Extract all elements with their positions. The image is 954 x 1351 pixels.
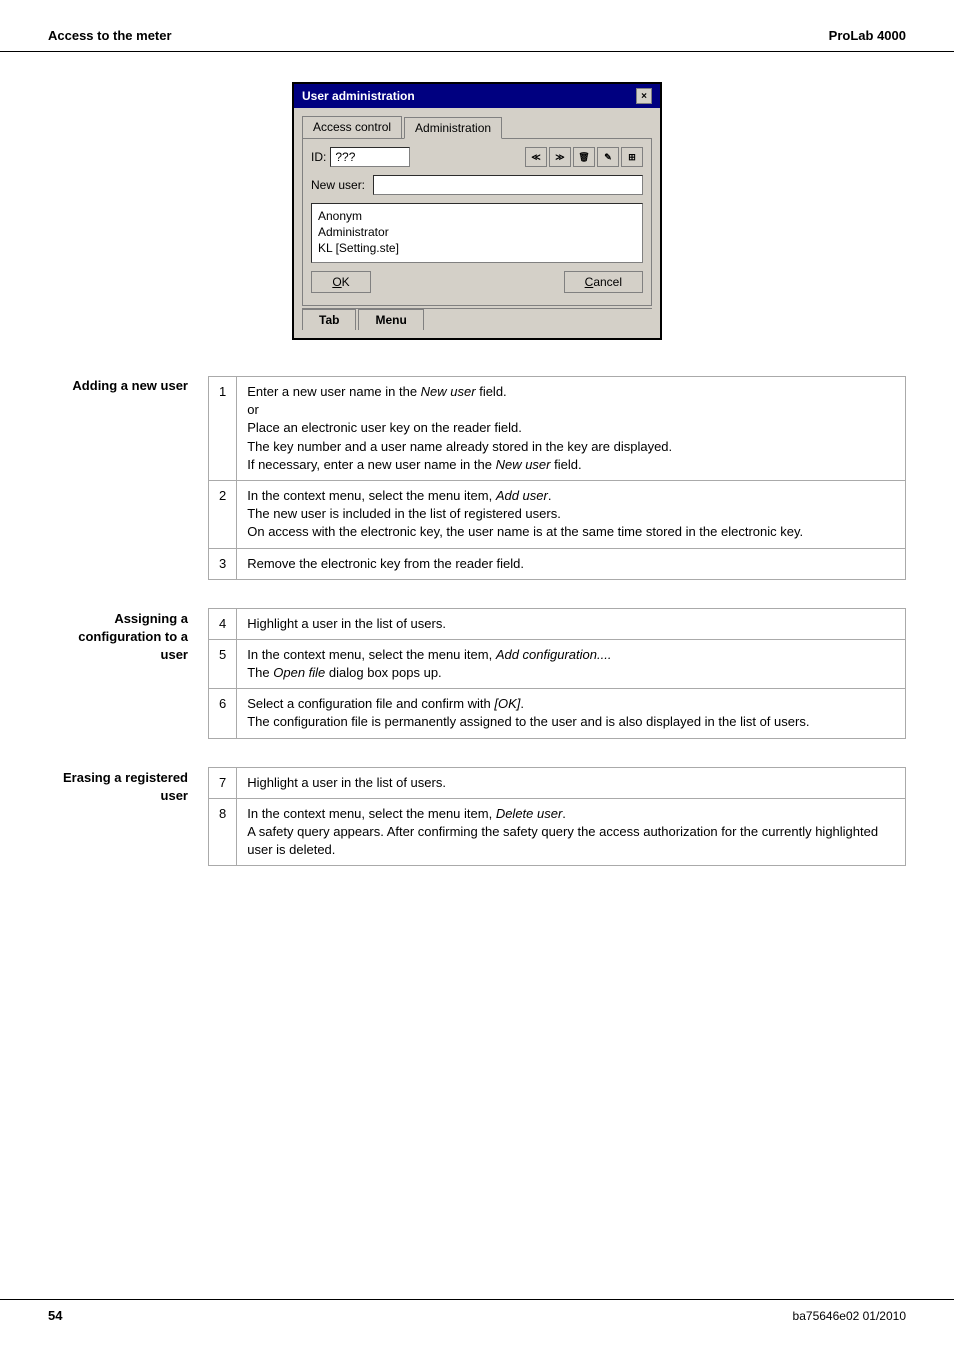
page-content: User administration × Access control Adm… (0, 82, 954, 866)
section-assigning-config: Assigning aconfiguration to a user 4 Hig… (48, 608, 906, 739)
table-row: 7 Highlight a user in the list of users. (209, 767, 906, 798)
table-row: 4 Highlight a user in the list of users. (209, 608, 906, 639)
page-header: Access to the meter ProLab 4000 (0, 0, 954, 52)
toolbar-btn-1[interactable]: ≪ (525, 147, 547, 167)
step-text: In the context menu, select the menu ite… (237, 480, 906, 548)
dialog-body: Access control Administration ID: ≪ ≫ (294, 108, 660, 338)
bottom-tab-tab[interactable]: Tab (302, 309, 356, 330)
section-erasing-user: Erasing a registereduser 7 Highlight a u… (48, 767, 906, 867)
step-num: 8 (209, 798, 237, 866)
id-input[interactable] (330, 147, 410, 167)
table-row: 1 Enter a new user name in the New user … (209, 377, 906, 481)
instruction-table-2: 4 Highlight a user in the list of users.… (208, 608, 906, 739)
step-num: 5 (209, 639, 237, 688)
step-text: In the context menu, select the menu ite… (237, 639, 906, 688)
page-footer: 54 ba75646e02 01/2010 (0, 1299, 954, 1331)
instruction-table-1: 1 Enter a new user name in the New user … (208, 376, 906, 580)
toolbar-btn-4[interactable]: ✎ (597, 147, 619, 167)
newuser-input[interactable] (373, 175, 643, 195)
step-text: Enter a new user name in the New user fi… (237, 377, 906, 481)
dialog-title: User administration (302, 89, 415, 103)
step-num: 2 (209, 480, 237, 548)
step-num: 3 (209, 548, 237, 579)
dialog-container: User administration × Access control Adm… (48, 82, 906, 340)
table-row: 8 In the context menu, select the menu i… (209, 798, 906, 866)
user-list-item: Administrator (316, 224, 638, 240)
section-label-2: Assigning aconfiguration to a user (48, 608, 208, 665)
id-row: ID: ≪ ≫ 🗑 ✎ ⊞ (311, 147, 643, 167)
step-text: Highlight a user in the list of users. (237, 608, 906, 639)
ok-button[interactable]: OK (311, 271, 371, 293)
step-num: 7 (209, 767, 237, 798)
header-left: Access to the meter (48, 28, 172, 43)
section-header-1: Adding a new user 1 Enter a new user nam… (48, 376, 906, 580)
step-text: Remove the electronic key from the reade… (237, 548, 906, 579)
dialog-title-bar: User administration × (294, 84, 660, 108)
cancel-button[interactable]: Cancel (564, 271, 643, 293)
section-header-2: Assigning aconfiguration to a user 4 Hig… (48, 608, 906, 739)
table-row: 5 In the context menu, select the menu i… (209, 639, 906, 688)
newuser-row: New user: (311, 175, 643, 195)
user-list[interactable]: Anonym Administrator KL [Setting.ste] (311, 203, 643, 263)
dialog-box: User administration × Access control Adm… (292, 82, 662, 340)
header-right: ProLab 4000 (829, 28, 906, 43)
dialog-buttons: OK Cancel (311, 271, 643, 293)
section-label-3: Erasing a registereduser (48, 767, 208, 805)
section-adding-new-user: Adding a new user 1 Enter a new user nam… (48, 376, 906, 580)
bottom-tab-menu[interactable]: Menu (358, 309, 423, 330)
dialog-tabs: Access control Administration (302, 116, 652, 139)
dialog-panel: ID: ≪ ≫ 🗑 ✎ ⊞ New user: (302, 139, 652, 306)
user-list-item: Anonym (316, 208, 638, 224)
step-num: 4 (209, 608, 237, 639)
newuser-label: New user: (311, 178, 365, 192)
id-label: ID: (311, 150, 326, 164)
user-list-item: KL [Setting.ste] (316, 240, 638, 256)
tab-administration[interactable]: Administration (404, 117, 502, 139)
dialog-bottom-bar: Tab Menu (302, 308, 652, 330)
table-row: 6 Select a configuration file and confir… (209, 689, 906, 738)
table-row: 3 Remove the electronic key from the rea… (209, 548, 906, 579)
step-num: 1 (209, 377, 237, 481)
dialog-close-button[interactable]: × (636, 88, 652, 104)
toolbar-btn-5[interactable]: ⊞ (621, 147, 643, 167)
step-num: 6 (209, 689, 237, 738)
table-row: 2 In the context menu, select the menu i… (209, 480, 906, 548)
toolbar-btn-3[interactable]: 🗑 (573, 147, 595, 167)
step-text: Highlight a user in the list of users. (237, 767, 906, 798)
step-text: In the context menu, select the menu ite… (237, 798, 906, 866)
step-text: Select a configuration file and confirm … (237, 689, 906, 738)
instruction-table-3: 7 Highlight a user in the list of users.… (208, 767, 906, 867)
page-number: 54 (48, 1308, 62, 1323)
toolbar: ≪ ≫ 🗑 ✎ ⊞ (525, 147, 643, 167)
doc-info: ba75646e02 01/2010 (793, 1309, 906, 1323)
section-label-1: Adding a new user (48, 376, 208, 393)
tab-access-control[interactable]: Access control (302, 116, 402, 138)
toolbar-btn-2[interactable]: ≫ (549, 147, 571, 167)
section-header-3: Erasing a registereduser 7 Highlight a u… (48, 767, 906, 867)
